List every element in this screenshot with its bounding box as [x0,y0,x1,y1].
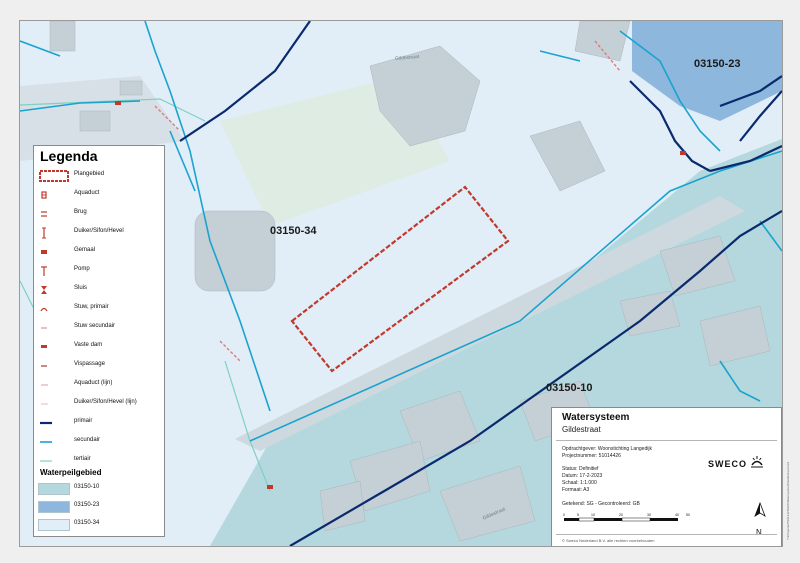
legend-peilgebied-item: 03150-10 [34,483,164,495]
legend-item: Stuw secundair [34,322,164,334]
legend-item: Pomp [34,265,164,277]
pomp-icon [41,266,47,276]
legend-item: Vaste dam [34,341,164,353]
secundair-line-icon [40,441,52,443]
sweco-sun-icon [750,456,763,468]
legend-title: Legenda [40,148,98,164]
map-subtitle: Gildestraat [562,425,601,434]
gemaal-icon [41,250,47,254]
swatch-34 [38,519,70,531]
legend-item: Vispassage [34,360,164,372]
zone-label-10: 03150-10 [546,382,593,394]
scale-tick: 40 [675,513,679,517]
schaal: Schaal: 1:1.000 [562,480,597,486]
zone-label-34: 03150-34 [270,225,317,237]
legend-item: Aquaduct [34,189,164,201]
vispassage-icon [41,365,47,367]
swatch-23 [38,501,70,513]
aquaduct-lijn-icon [41,384,48,386]
primair-line-icon [40,421,52,425]
legend-panel: Legenda Plangebied Aquaduct Brug Duiker/… [33,145,165,537]
opdrachtgever: Opdrachtgever: Woonstichting Langedijk [562,446,652,452]
status: Status: Definitief [562,466,599,472]
vaste-dam-icon [41,345,47,348]
legend-peilgebied-item: 03150-23 [34,501,164,513]
legend-item: Gemaal [34,246,164,258]
scale-tick: 50 [686,513,690,517]
tertiair-line-icon [40,460,52,462]
map-title: Watersysteem [562,412,630,423]
sweco-logo: SWECO [708,456,763,469]
plangebied-icon [39,170,69,182]
zone-label-23: 03150-23 [694,58,741,70]
duiker-icon [42,227,46,239]
swatch-10 [38,483,70,495]
stuw-primair-icon [40,307,48,312]
map-frame: 03150-34 03150-23 03150-10 Gildestraat G… [19,20,783,547]
duiker-lijn-icon [41,403,48,405]
title-block: Watersysteem Gildestraat Opdrachtgever: … [551,407,782,546]
scale-tick: 30 [647,513,651,517]
legend-item: Plangebied [34,170,164,182]
projectnummer: Projectnummer: 51014426 [562,453,621,459]
divider [556,534,777,535]
divider [556,440,777,441]
scale-tick: 5 [577,513,579,517]
legend-item: secundair [34,436,164,448]
formaat: Formaat: A3 [562,487,590,493]
legend-item: Brug [34,208,164,220]
legend-item: Sluis [34,284,164,296]
peilgebied-heading: Waterpeilgebied [40,468,102,477]
brug-icon [41,211,47,217]
scale-bar: 0 5 10 20 30 40 50 [563,513,690,522]
legend-item: Duiker/Sifon/Hevel (lijn) [34,398,164,410]
scale-tick: 10 [591,513,595,517]
scale-tick: 0 [563,513,565,517]
north-label: N [756,528,762,537]
legend-item: primair [34,417,164,429]
legend-item: tertiair [34,455,164,467]
north-arrow-icon [754,502,766,517]
sluis-icon [41,286,47,294]
file-path-text: Y:\Projecten\51014426\GIS\Watersysteem\G… [786,461,790,540]
legend-peilgebied-item: 03150-34 [34,519,164,531]
getekend: Getekend: SG - Gecontroleerd: GB [562,501,640,507]
stuw-secundair-icon [41,327,47,329]
aquaduct-icon [41,191,47,199]
legend-item: Aquaduct (lijn) [34,379,164,391]
legend-item: Stuw, primair [34,303,164,315]
scale-tick: 20 [619,513,623,517]
legend-item: Duiker/Sifon/Hevel [34,227,164,239]
datum: Datum: 17-2-2023 [562,473,603,479]
copyright: © Sweco Nederland B.V. alle rechten voor… [562,538,655,543]
